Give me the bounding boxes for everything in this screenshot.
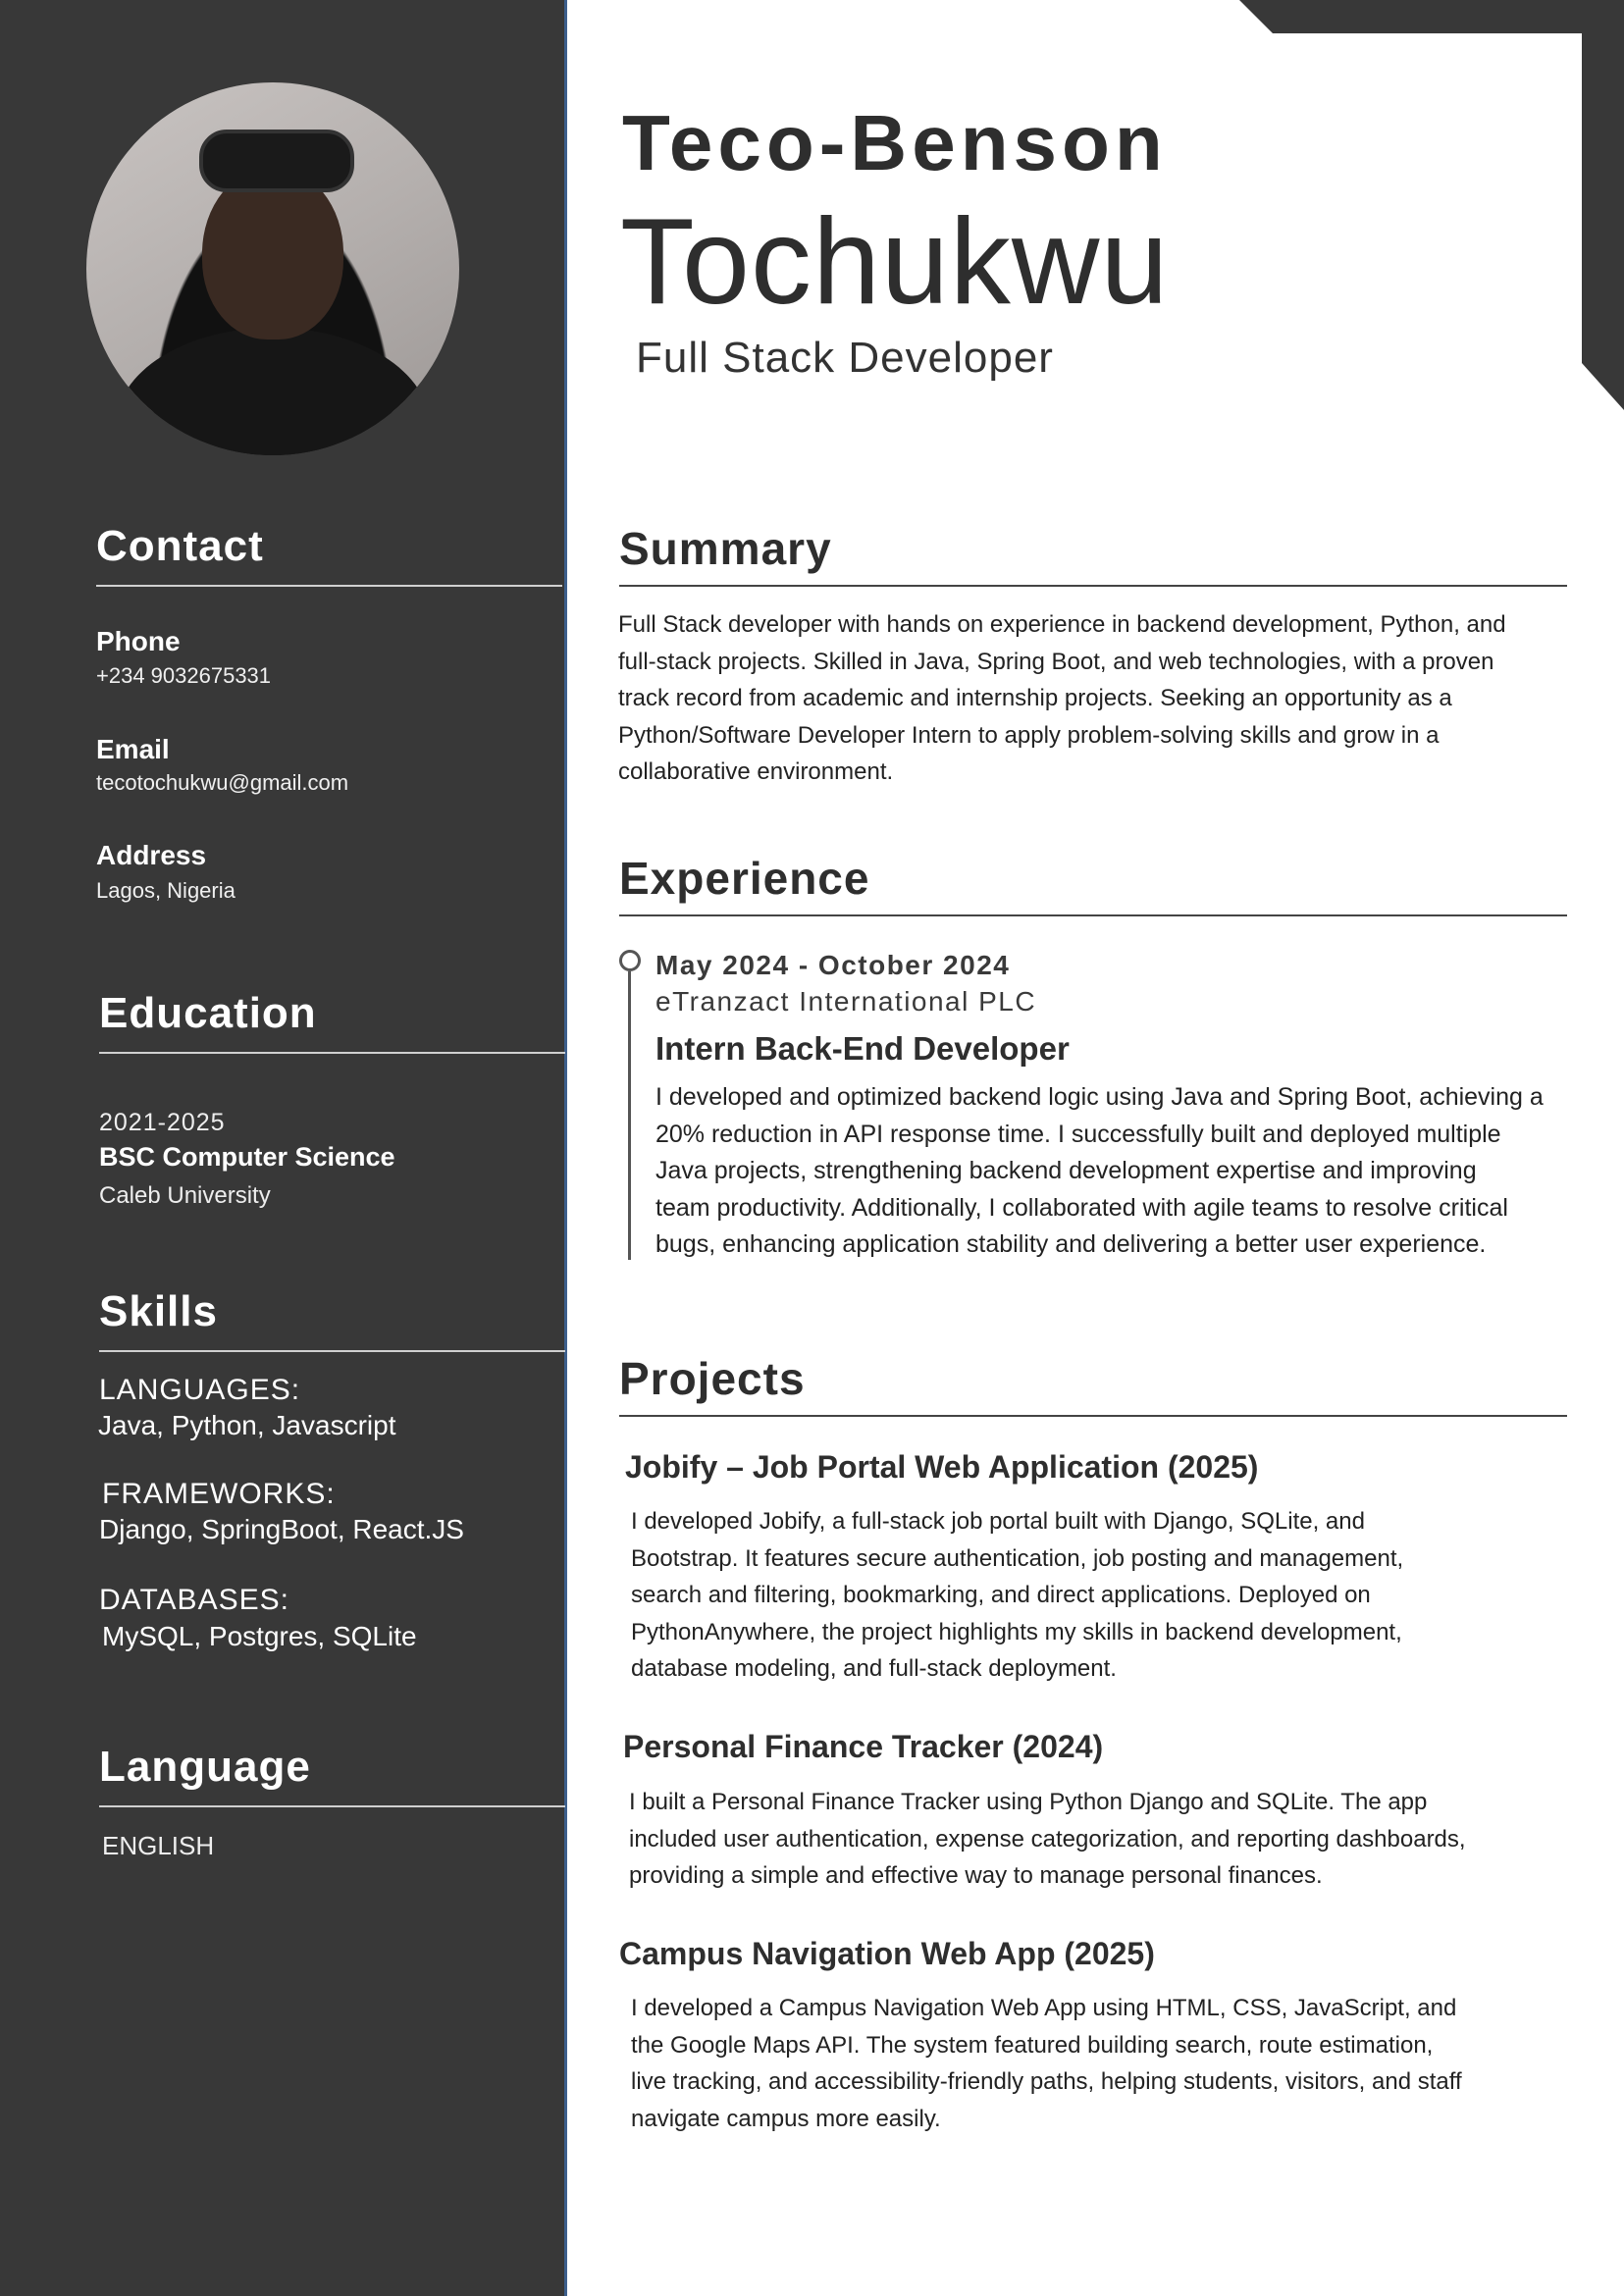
project-title-finance-tracker: Personal Finance Tracker (2024) [623, 1729, 1104, 1764]
experience-line: Java projects, strengthening backend dev… [655, 1157, 1477, 1184]
experience-line: bugs, enhancing application stability an… [655, 1230, 1487, 1258]
project-line: included user authentication, expense ca… [629, 1825, 1466, 1852]
address-label: Address [96, 840, 207, 870]
project-line: database modeling, and full-stack deploy… [631, 1655, 1117, 1682]
project-line: I built a Personal Finance Tracker using… [629, 1789, 1428, 1815]
project-line: providing a simple and effective way to … [629, 1862, 1323, 1889]
email-label: Email [96, 734, 170, 764]
education-school: Caleb University [99, 1182, 271, 1209]
education-heading: Education [99, 989, 565, 1054]
skill-category-frameworks: FRAMEWORKS: [102, 1478, 336, 1510]
phone-label: Phone [96, 626, 181, 656]
summary-line: track record from academic and internshi… [618, 685, 1452, 711]
phone-value: +234 9032675331 [96, 663, 272, 688]
photo-goggles [199, 130, 354, 192]
experience-date: May 2024 - October 2024 [655, 950, 1011, 980]
project-title-jobify: Jobify – Job Portal Web Application (202… [625, 1449, 1259, 1485]
job-role: Full Stack Developer [636, 334, 1054, 382]
timeline-line [628, 971, 631, 1260]
skill-category-databases: DATABASES: [99, 1584, 289, 1616]
experience-company: eTranzact International PLC [655, 986, 1037, 1017]
summary-heading: Summary [619, 522, 1567, 587]
experience-heading: Experience [619, 852, 1567, 916]
experience-line: I developed and optimized backend logic … [655, 1083, 1544, 1111]
summary-line: full-stack projects. Skilled in Java, Sp… [618, 648, 1494, 675]
project-title-campus-navigation: Campus Navigation Web App (2025) [619, 1936, 1155, 1971]
timeline-dot-icon [619, 950, 641, 971]
education-years: 2021-2025 [99, 1109, 226, 1136]
language-english: ENGLISH [102, 1831, 215, 1860]
experience-line: team productivity. Additionally, I colla… [655, 1193, 1508, 1222]
skill-list-languages: Java, Python, Javascript [98, 1410, 396, 1440]
project-text-jobify: I developed Jobify, a full-stack job por… [631, 1503, 1403, 1688]
projects-heading: Projects [619, 1352, 1567, 1417]
skills-heading: Skills [99, 1287, 565, 1352]
project-line: I developed a Campus Navigation Web App … [631, 1995, 1457, 2021]
skill-list-frameworks: Django, SpringBoot, React.JS [99, 1514, 464, 1544]
skill-list-databases: MySQL, Postgres, SQLite [102, 1621, 417, 1651]
project-line: Bootstrap. It features secure authentica… [631, 1544, 1404, 1572]
first-name: Teco-Benson [622, 99, 1168, 186]
project-line: I developed Jobify, a full-stack job por… [631, 1508, 1365, 1535]
project-line: PythonAnywhere, the project highlights m… [631, 1618, 1402, 1645]
sidebar: Contact Phone +234 9032675331 Email teco… [0, 0, 567, 2296]
summary-text: Full Stack developer with hands on exper… [618, 606, 1506, 791]
project-line: the Google Maps API. The system featured… [631, 2031, 1434, 2059]
experience-role: Intern Back-End Developer [655, 1030, 1070, 1067]
last-name: Tochukwu [620, 194, 1170, 330]
address-value: Lagos, Nigeria [96, 878, 236, 903]
project-line: navigate campus more easily. [631, 2105, 941, 2132]
experience-line: 20% reduction in API response time. I su… [655, 1120, 1501, 1148]
project-line: live tracking, and accessibility-friendl… [631, 2068, 1462, 2095]
project-text-campus-navigation: I developed a Campus Navigation Web App … [631, 1990, 1462, 2137]
photo-face [202, 167, 343, 339]
summary-line: Full Stack developer with hands on exper… [618, 611, 1506, 638]
project-text-finance-tracker: I built a Personal Finance Tracker using… [629, 1784, 1466, 1895]
corner-decoration-top [1239, 0, 1624, 33]
experience-text: I developed and optimized backend logic … [655, 1079, 1544, 1264]
project-line: search and filtering, bookmarking, and d… [631, 1582, 1371, 1608]
contact-heading: Contact [96, 522, 562, 587]
photo-body [116, 328, 430, 455]
summary-line: Python/Software Developer Intern to appl… [618, 721, 1440, 749]
education-degree: BSC Computer Science [99, 1142, 395, 1172]
corner-decoration-right [1582, 0, 1624, 410]
summary-line: collaborative environment. [618, 758, 894, 785]
email-value: tecotochukwu@gmail.com [96, 770, 349, 795]
skill-category-languages: LANGUAGES: [99, 1374, 301, 1406]
profile-photo [86, 82, 459, 455]
language-heading: Language [99, 1743, 565, 1807]
